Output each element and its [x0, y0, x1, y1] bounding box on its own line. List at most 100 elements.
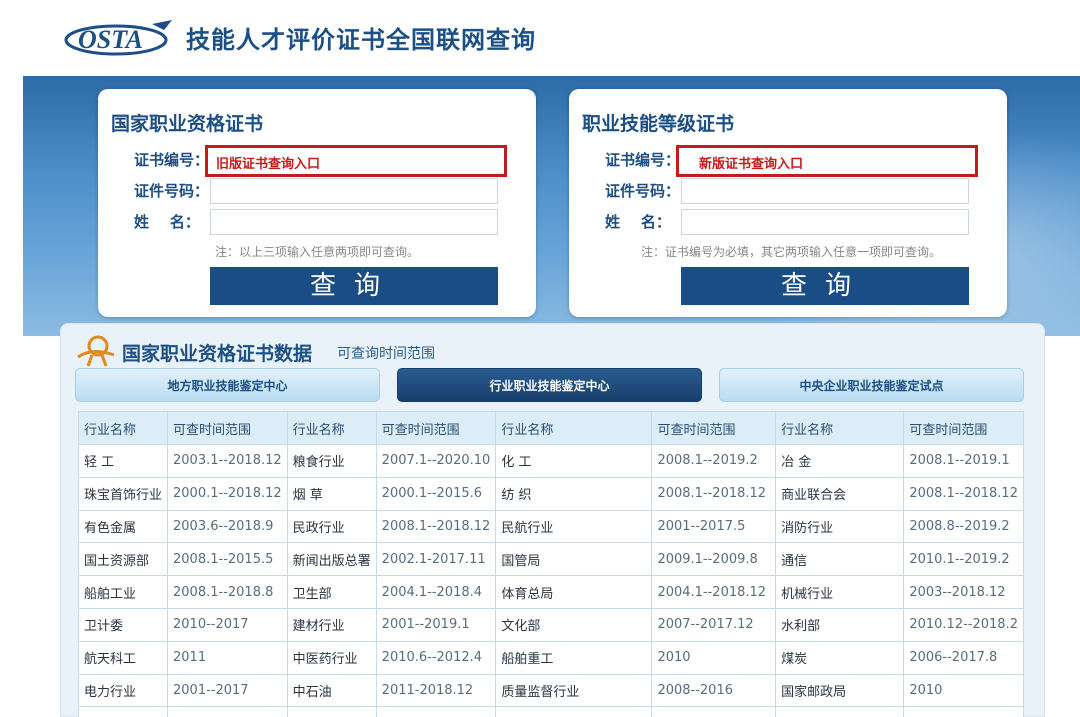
industry-name-cell: 文化部 — [495, 607, 653, 642]
column-header: 可查时间范围 — [167, 411, 288, 445]
new-entry-hint: 新版证书查询入口 — [699, 157, 804, 172]
table-row — [77, 706, 1024, 717]
time-range-cell: 2008.1--2018.8 — [167, 575, 288, 609]
time-range-cell: 2008--2016 — [651, 673, 777, 708]
time-range-cell: 2004.1--2018.4 — [375, 575, 497, 609]
name-input[interactable] — [681, 209, 969, 235]
industry-name-cell: 化 工 — [495, 444, 653, 478]
industry-name-cell: 中石油 — [286, 673, 377, 708]
query-button[interactable]: 查询 — [681, 267, 969, 305]
column-header: 可查时间范围 — [651, 411, 777, 445]
industry-name-cell: 粮食行业 — [286, 444, 377, 478]
tab-local-centers[interactable]: 地方职业技能鉴定中心 — [75, 368, 380, 402]
industry-name-cell: 质量监督行业 — [495, 673, 653, 708]
name-label: 姓 名： — [605, 213, 671, 231]
card-title: 职业技能等级证书 — [582, 113, 735, 135]
time-range-cell: 2008.1--2019.1 — [903, 444, 1024, 478]
table-row: 珠宝首饰行业 2000.1--2018.12 烟 草 2000.1--2015.6 纺 … — [77, 476, 1024, 511]
industry-name-cell: 国管局 — [495, 542, 653, 577]
time-range-cell: 2010--2017 — [167, 607, 288, 642]
industry-name-cell: 卫生部 — [286, 575, 377, 609]
new-cert-query-card: 职业技能等级证书 证书编号： 新版证书查询入口 证件号码： 姓 名： 注：证书编… — [569, 89, 1007, 317]
old-cert-query-card: 国家职业资格证书 证书编号： 旧版证书查询入口 证件号码： 姓 名： 注：以上三… — [98, 89, 536, 317]
panel-title: 国家职业资格证书数据 — [122, 343, 313, 365]
time-range-cell: 2000.1--2015.6 — [375, 476, 497, 511]
industry-name-cell: 卫计委 — [77, 607, 169, 642]
time-range-cell: 2010 — [651, 640, 777, 675]
time-range-cell: 2003.6--2018.9 — [167, 509, 288, 544]
time-range-cell: 2008.1--2018.12 — [375, 509, 497, 544]
column-header: 可查时间范围 — [375, 411, 497, 445]
tab-central-enterprise-pilots[interactable]: 中央企业职业技能鉴定试点 — [719, 368, 1024, 402]
time-range-cell: 2008.8--2019.2 — [903, 509, 1024, 544]
industry-name-cell: 烟 草 — [286, 476, 377, 511]
time-range-cell — [167, 706, 288, 717]
industry-name-cell: 水利部 — [775, 607, 905, 642]
id-number-input[interactable] — [681, 178, 969, 204]
industry-name-cell: 民航行业 — [495, 509, 653, 544]
industry-name-cell: 煤炭 — [775, 640, 905, 675]
industry-name-cell: 国土资源部 — [77, 542, 169, 577]
card-title: 国家职业资格证书 — [111, 113, 264, 135]
industry-range-table: 行业名称 可查时间范围 行业名称 可查时间范围 行业名称 可查时间范围 行业名称… — [77, 411, 1024, 717]
tab-industry-centers[interactable]: 行业职业技能鉴定中心 — [397, 368, 702, 402]
table-row: 电力行业 2001--2017 中石油 2011-2018.12 质量监督行业 2008-… — [77, 673, 1024, 708]
time-range-cell: 2001--2017.5 — [651, 509, 777, 544]
industry-name-cell: 体育总局 — [495, 575, 653, 609]
time-range-cell: 2010.12--2018.2 — [903, 607, 1024, 642]
industry-name-cell: 机械行业 — [775, 575, 905, 609]
site-header: OSTA 技能人才评价证书全国联网查询 — [0, 0, 1080, 76]
industry-name-cell: 新闻出版总署 — [286, 542, 377, 577]
industry-name-cell: 有色金属 — [77, 509, 169, 544]
name-input[interactable] — [210, 209, 498, 235]
time-range-cell: 2007.1--2020.10 — [375, 444, 497, 478]
industry-name-cell: 通信 — [775, 542, 905, 577]
time-range-cell: 2010 — [903, 673, 1024, 708]
column-header: 可查时间范围 — [903, 411, 1024, 445]
query-note: 注：以上三项输入任意两项即可查询。 — [215, 245, 420, 259]
table-row: 国土资源部 2008.1--2015.5 新闻出版总署 2002.1-2017.11 国… — [77, 542, 1024, 577]
time-range-cell: 2007--2017.12 — [651, 607, 777, 642]
time-range-cell: 2008.1--2015.5 — [167, 542, 288, 577]
column-header: 行业名称 — [286, 411, 377, 445]
cert-number-input[interactable]: 新版证书查询入口 — [676, 145, 978, 177]
time-range-cell: 2008.1--2019.2 — [651, 444, 777, 478]
table-row: 航天科工 2011 中医药行业 2010.6--2012.4 船舶重工 2010 煤炭 200… — [77, 640, 1024, 675]
column-header: 行业名称 — [775, 411, 905, 445]
industry-name-cell: 珠宝首饰行业 — [77, 476, 169, 511]
time-range-cell: 2002.1-2017.11 — [375, 542, 497, 577]
cert-number-label: 证书编号： — [605, 151, 681, 169]
time-range-cell — [651, 706, 777, 717]
industry-name-cell — [775, 706, 905, 717]
time-range-cell — [375, 706, 497, 717]
table-row: 有色金属 2003.6--2018.9 民政行业 2008.1--2018.12 民航行… — [77, 509, 1024, 544]
cert-number-label: 证书编号： — [134, 151, 210, 169]
time-range-cell: 2010.1--2019.2 — [903, 542, 1024, 577]
time-range-cell: 2001--2019.1 — [375, 607, 497, 642]
time-range-cell: 2010.6--2012.4 — [375, 640, 497, 675]
industry-name-cell — [77, 706, 169, 717]
table-header-row: 行业名称 可查时间范围 行业名称 可查时间范围 行业名称 可查时间范围 行业名称… — [77, 411, 1024, 445]
osta-logo: OSTA — [64, 20, 172, 56]
column-header: 行业名称 — [495, 411, 653, 445]
time-range-cell: 2003--2018.12 — [903, 575, 1024, 609]
svg-text:OSTA: OSTA — [78, 25, 143, 54]
industry-name-cell: 冶 金 — [775, 444, 905, 478]
time-range-cell — [903, 706, 1024, 717]
time-range-cell: 2011-2018.12 — [375, 673, 497, 708]
query-note: 注：证书编号为必填，其它两项输入任意一项即可查询。 — [641, 245, 942, 259]
id-number-label: 证件号码： — [134, 182, 210, 200]
query-button[interactable]: 查询 — [210, 267, 498, 305]
industry-name-cell: 船舶工业 — [77, 575, 169, 609]
name-label: 姓 名： — [134, 213, 200, 231]
industry-name-cell: 商业联合会 — [775, 476, 905, 511]
table-row: 轻 工 2003.1--2018.12 粮食行业 2007.1--2020.10 化 工… — [77, 444, 1024, 478]
industry-name-cell — [495, 706, 653, 717]
time-range-cell: 2008.1--2018.12 — [651, 476, 777, 511]
id-number-input[interactable] — [210, 178, 498, 204]
time-range-cell: 2004.1--2018.12 — [651, 575, 777, 609]
industry-name-cell: 中医药行业 — [286, 640, 377, 675]
panel-subtitle: 可查询时间范围 — [337, 346, 435, 362]
cert-number-input[interactable]: 旧版证书查询入口 — [205, 145, 507, 177]
industry-name-cell: 船舶重工 — [495, 640, 653, 675]
